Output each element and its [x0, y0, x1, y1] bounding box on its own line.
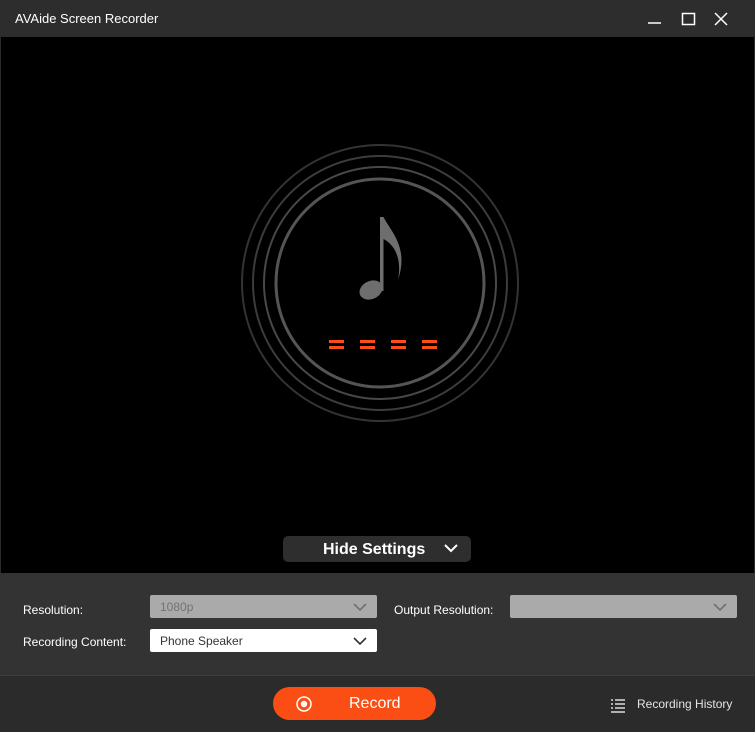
- resolution-select[interactable]: 1080p: [150, 595, 377, 618]
- preview-area: [1, 37, 754, 573]
- close-button[interactable]: [707, 5, 735, 33]
- maximize-icon: [681, 12, 696, 26]
- chevron-down-icon: [353, 603, 367, 612]
- recording-content-value: Phone Speaker: [160, 634, 243, 648]
- record-button[interactable]: Record: [273, 687, 436, 720]
- record-label: Record: [349, 695, 401, 712]
- minimize-button[interactable]: [641, 5, 669, 33]
- title-bar: AVAide Screen Recorder: [0, 0, 755, 37]
- recording-content-select[interactable]: Phone Speaker: [150, 629, 377, 652]
- resolution-label: Resolution:: [23, 603, 84, 617]
- settings-panel: Resolution: 1080p Output Resolution: Rec…: [0, 573, 755, 675]
- output-resolution-label: Output Resolution:: [394, 603, 494, 617]
- maximize-button[interactable]: [674, 5, 702, 33]
- music-note-icon: [359, 217, 402, 300]
- chevron-down-icon: [353, 637, 367, 646]
- chevron-down-icon: [444, 544, 458, 553]
- resolution-value: 1080p: [160, 600, 194, 614]
- recording-content-label: Recording Content:: [23, 635, 127, 649]
- close-icon: [714, 12, 728, 26]
- record-dot-icon: [296, 696, 312, 712]
- minimize-icon: [648, 22, 661, 24]
- audio-visualizer: [241, 144, 519, 422]
- footer-bar: Record Recording History: [0, 675, 755, 732]
- app-title: AVAide Screen Recorder: [15, 11, 159, 26]
- audio-level-indicator: [329, 340, 437, 349]
- hide-settings-label: Hide Settings: [323, 541, 426, 558]
- list-icon: [611, 699, 625, 713]
- output-resolution-select[interactable]: [510, 595, 737, 618]
- chevron-down-icon: [713, 603, 727, 612]
- recording-history-label: Recording History: [637, 697, 733, 711]
- hide-settings-button[interactable]: Hide Settings: [283, 536, 471, 562]
